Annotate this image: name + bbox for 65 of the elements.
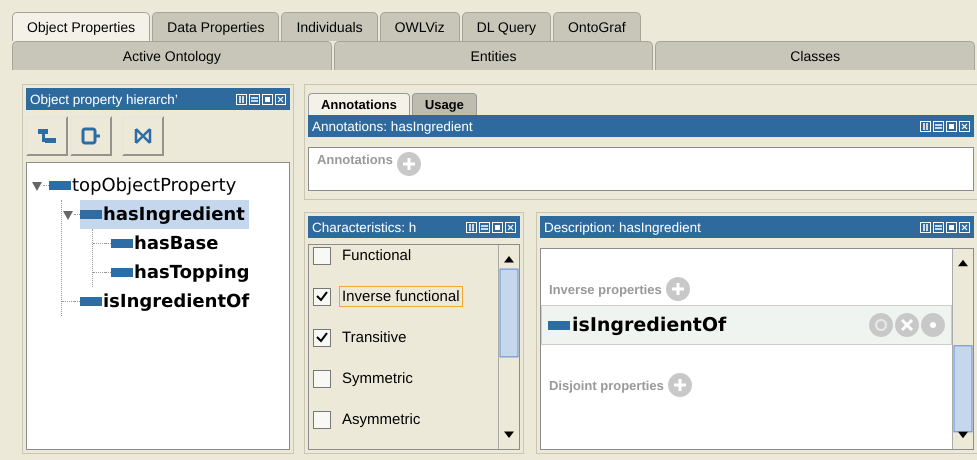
tab[interactable]: OWLViz	[380, 12, 460, 41]
split-icon[interactable]	[920, 120, 931, 132]
property-icon	[548, 320, 570, 330]
panel-title: Annotations: hasIngredient	[312, 118, 474, 134]
panel-title: Object property hierarch’	[30, 92, 179, 106]
panel-title: Description: hasIngredient	[544, 220, 702, 234]
maximize-icon[interactable]	[492, 222, 503, 232]
tab[interactable]: Individuals	[281, 12, 378, 41]
tree-item[interactable]: hasTopping	[111, 258, 254, 287]
checkbox-label[interactable]: Functional	[339, 245, 414, 266]
delete-button[interactable]	[122, 116, 164, 156]
checkbox[interactable]	[313, 370, 331, 388]
minimize-icon[interactable]	[249, 94, 260, 104]
tab[interactable]: Entities	[334, 41, 654, 70]
maximize-icon[interactable]	[262, 94, 273, 104]
checkbox[interactable]	[313, 246, 331, 264]
maximize-icon[interactable]	[946, 120, 957, 132]
delete-icon	[133, 126, 153, 146]
tree-item[interactable]: hasIngredient	[80, 200, 249, 229]
checkbox[interactable]	[313, 328, 331, 346]
property-icon	[49, 181, 71, 190]
checkbox-label[interactable]: Transitive	[339, 327, 410, 348]
add-sibling-button[interactable]	[70, 116, 112, 156]
tree-item[interactable]: isIngredientOf	[80, 287, 254, 316]
tab[interactable]: OntoGraf	[553, 12, 641, 41]
property-icon	[111, 268, 133, 277]
checkbox-label[interactable]: Asymmetric	[339, 409, 424, 430]
split-icon[interactable]	[236, 94, 247, 104]
split-icon[interactable]	[466, 222, 477, 232]
checkbox[interactable]	[313, 410, 331, 428]
subproperty-icon	[37, 127, 57, 145]
minimize-icon[interactable]	[933, 222, 944, 232]
add-subproperty-button[interactable]	[26, 116, 68, 156]
section-label: Disjoint properties	[549, 378, 664, 392]
close-icon[interactable]	[959, 120, 970, 132]
property-icon	[111, 239, 133, 248]
minimize-icon[interactable]	[479, 222, 490, 232]
expand-triangle-icon[interactable]	[62, 208, 74, 220]
checkbox[interactable]	[313, 288, 331, 306]
close-icon[interactable]	[275, 94, 286, 104]
checkbox-label[interactable]: Symmetric	[339, 368, 416, 389]
checkbox-label[interactable]: Inverse functional	[339, 286, 463, 307]
tab[interactable]: Object Properties	[12, 12, 150, 41]
minimize-icon[interactable]	[933, 120, 944, 132]
checkmark-icon	[316, 332, 328, 343]
property-icon	[80, 210, 102, 219]
close-icon[interactable]	[959, 222, 970, 232]
maximize-icon[interactable]	[946, 222, 957, 232]
tab[interactable]: Annotations	[308, 93, 410, 115]
tree-item[interactable]: topObjectProperty	[49, 171, 240, 200]
sibling-icon	[81, 127, 101, 145]
tab[interactable]: Active Ontology	[12, 41, 332, 70]
section-label: Annotations	[317, 152, 393, 167]
tab[interactable]: Usage	[412, 93, 477, 115]
tab[interactable]: Data Properties	[152, 12, 280, 41]
section-label: Inverse properties	[549, 282, 662, 296]
tree-item[interactable]: hasBase	[111, 229, 222, 258]
split-icon[interactable]	[920, 222, 931, 232]
property-icon	[80, 297, 102, 306]
expand-triangle-icon[interactable]	[31, 180, 43, 192]
close-icon[interactable]	[505, 222, 516, 232]
panel-title: Characteristics: h	[312, 220, 418, 234]
checkmark-icon	[316, 291, 328, 302]
tab[interactable]: DL Query	[462, 12, 552, 41]
tab[interactable]: Classes	[655, 41, 976, 70]
